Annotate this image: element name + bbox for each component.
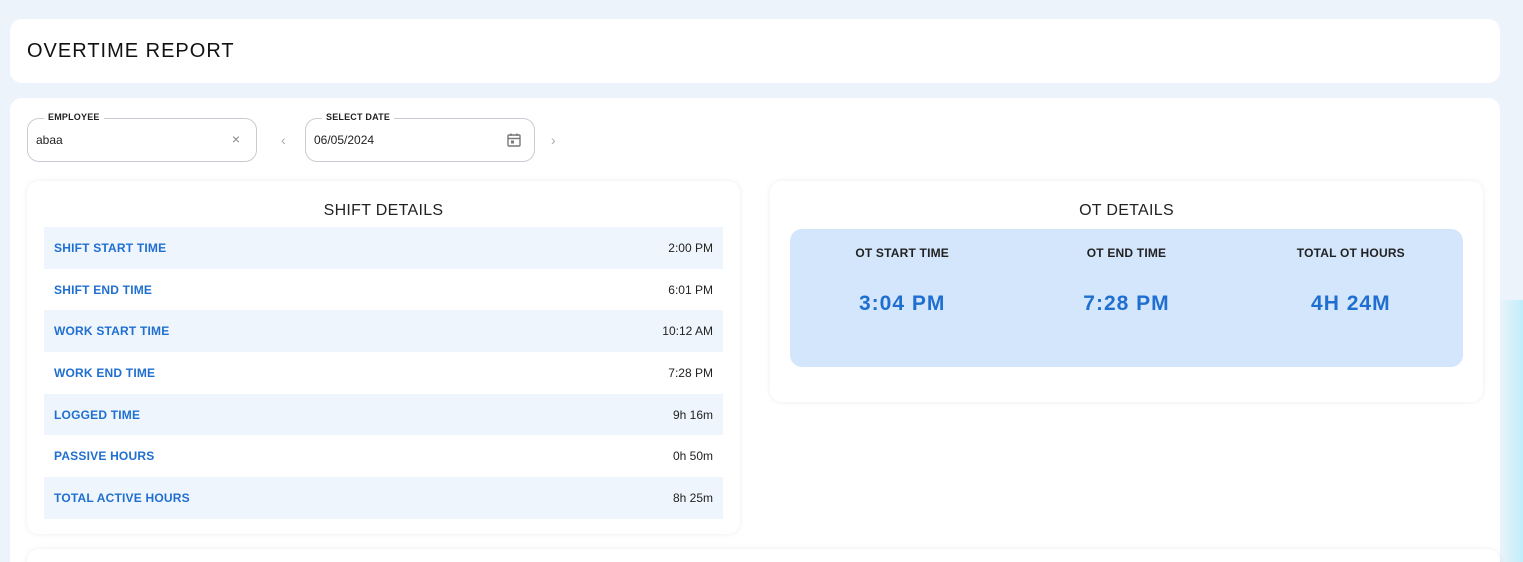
- row-label: PASSIVE HOURS: [54, 449, 155, 464]
- shift-details-list: SHIFT START TIME 2:00 PM SHIFT END TIME …: [44, 227, 723, 519]
- shift-row-shift-end: SHIFT END TIME 6:01 PM: [44, 269, 723, 311]
- row-value: 9h 16m: [672, 407, 713, 422]
- shift-row-work-start: WORK START TIME 10:12 AM: [44, 310, 723, 353]
- shift-row-shift-start: SHIFT START TIME 2:00 PM: [44, 227, 723, 269]
- ot-stat-value: 3:04 PM: [858, 292, 946, 315]
- ot-stat-label: OT START TIME: [855, 246, 950, 260]
- row-label: SHIFT END TIME: [54, 282, 153, 297]
- row-label: LOGGED TIME: [54, 407, 141, 422]
- row-value: 7:28 PM: [668, 365, 713, 380]
- date-label: SELECT DATE: [322, 112, 395, 122]
- employee-select[interactable]: EMPLOYEE abaa ×: [27, 112, 257, 162]
- date-picker[interactable]: SELECT DATE 06/05/2024: [305, 112, 535, 162]
- ot-summary-box: OT START TIME 3:04 PM OT END TIME 7:28 P…: [790, 229, 1463, 367]
- ot-total-stat: TOTAL OT HOURS 4H 24M: [1239, 229, 1463, 367]
- row-value: 10:12 AM: [662, 324, 713, 339]
- page-header: OVERTIME REPORT: [10, 19, 1500, 83]
- next-date-button[interactable]: ›: [551, 132, 556, 148]
- row-value: 0h 50m: [672, 449, 713, 464]
- ot-end-stat: OT END TIME 7:28 PM: [1014, 229, 1238, 367]
- ot-details-panel: OT DETAILS OT START TIME 3:04 PM OT END …: [770, 181, 1483, 402]
- page-title: OVERTIME REPORT: [27, 40, 235, 62]
- clear-icon[interactable]: ×: [232, 131, 240, 147]
- ot-stat-value: 7:28 PM: [1083, 292, 1170, 315]
- shift-row-total-active: TOTAL ACTIVE HOURS 8h 25m: [44, 477, 723, 519]
- row-label: SHIFT START TIME: [54, 240, 167, 255]
- row-label: WORK END TIME: [54, 365, 156, 380]
- bottom-panel: [27, 549, 1500, 562]
- row-label: WORK START TIME: [54, 324, 170, 339]
- shift-row-work-end: WORK END TIME 7:28 PM: [44, 352, 723, 394]
- shift-row-logged-time: LOGGED TIME 9h 16m: [44, 393, 723, 436]
- background-glow: [1499, 300, 1523, 562]
- shift-details-title: SHIFT DETAILS: [323, 202, 444, 219]
- ot-details-title: OT DETAILS: [1079, 202, 1174, 219]
- ot-stat-label: TOTAL OT HOURS: [1296, 246, 1405, 260]
- employee-label: EMPLOYEE: [44, 112, 104, 122]
- ot-stat-value: 4H 24M: [1311, 292, 1391, 315]
- shift-row-passive-hours: PASSIVE HOURS 0h 50m: [44, 435, 723, 477]
- row-value: 6:01 PM: [668, 282, 713, 297]
- row-label: TOTAL ACTIVE HOURS: [54, 490, 190, 505]
- ot-start-stat: OT START TIME 3:04 PM: [790, 229, 1014, 367]
- shift-details-panel: SHIFT DETAILS SHIFT START TIME 2:00 PM S…: [27, 181, 740, 534]
- date-value[interactable]: 06/05/2024: [314, 133, 374, 147]
- calendar-icon[interactable]: [506, 132, 522, 148]
- row-value: 8h 25m: [672, 490, 713, 505]
- employee-value[interactable]: abaa: [36, 133, 63, 147]
- ot-stat-label: OT END TIME: [1086, 246, 1167, 260]
- report-card: EMPLOYEE abaa × ‹ SELECT DATE 06/05/2024…: [10, 98, 1500, 562]
- previous-date-button[interactable]: ‹: [281, 132, 286, 148]
- row-value: 2:00 PM: [668, 240, 713, 255]
